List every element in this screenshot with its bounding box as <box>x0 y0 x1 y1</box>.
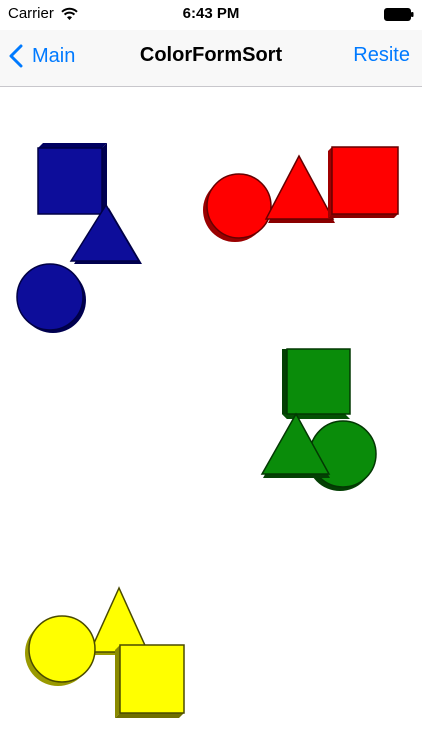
red-triangle-shape[interactable] <box>264 154 335 223</box>
blue-group <box>16 143 142 333</box>
blue-circle-shape[interactable] <box>16 263 86 333</box>
green-square-shape[interactable] <box>282 348 351 419</box>
green-group <box>260 348 377 491</box>
shape-board <box>16 143 399 718</box>
status-time: 6:43 PM <box>182 5 240 22</box>
red-circle-shape[interactable] <box>203 173 272 242</box>
battery-icon <box>384 8 414 21</box>
yellow-group <box>25 586 185 718</box>
red-group <box>203 146 399 242</box>
shape-canvas <box>0 87 422 750</box>
blue-square-shape[interactable] <box>37 143 107 215</box>
navigation-bar: Main ColorFormSort Resite <box>0 30 422 87</box>
yellow-circle-shape[interactable] <box>25 615 96 686</box>
resite-button[interactable]: Resite <box>353 44 410 67</box>
yellow-square-shape[interactable] <box>115 644 185 718</box>
red-square-shape[interactable] <box>328 146 399 218</box>
status-bar: Carrier 6:43 PM <box>0 0 422 30</box>
